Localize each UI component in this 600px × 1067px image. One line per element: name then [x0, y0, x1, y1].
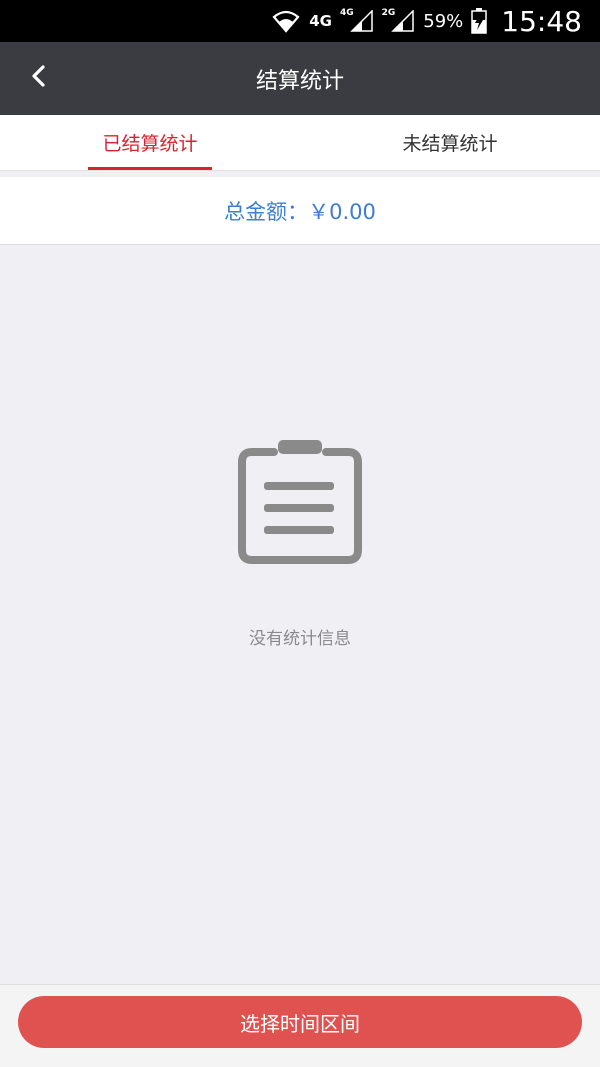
tab-active-indicator: [88, 167, 212, 170]
signal-icon: 4G: [339, 8, 374, 32]
total-amount: 总金额：￥0.00: [224, 199, 376, 224]
back-button[interactable]: [20, 60, 56, 96]
tab-label: 未结算统计: [402, 133, 498, 155]
tab-label: 已结算统计: [102, 133, 198, 155]
empty-state: 没有统计信息: [0, 246, 600, 984]
select-date-range-button[interactable]: 选择时间区间: [18, 996, 582, 1048]
empty-message: 没有统计信息: [249, 629, 351, 649]
clipboard-icon: [236, 438, 364, 566]
network-sim1: 4G: [339, 8, 354, 18]
battery-percent: 59%: [423, 10, 464, 32]
tab-settled-stats[interactable]: 已结算统计: [0, 115, 300, 170]
signal-icon: 2G: [381, 8, 416, 32]
battery-charging-icon: [471, 8, 488, 34]
network-type: 4G: [309, 12, 332, 30]
wifi-icon: [271, 9, 301, 33]
title-bar: 结算统计: [0, 42, 600, 115]
tab-unsettled-stats[interactable]: 未结算统计: [300, 115, 600, 170]
network-sim2: 2G: [381, 8, 396, 18]
status-bar: 4G 4G 2G 59% 15:48: [0, 0, 600, 42]
status-time: 15:48: [501, 4, 582, 38]
page-title: 结算统计: [255, 68, 344, 94]
total-amount-bar: 总金额：￥0.00: [0, 177, 600, 245]
chevron-left-icon: [29, 64, 47, 92]
footer: 选择时间区间: [0, 984, 600, 1067]
tab-bar: 已结算统计 未结算统计: [0, 115, 600, 171]
